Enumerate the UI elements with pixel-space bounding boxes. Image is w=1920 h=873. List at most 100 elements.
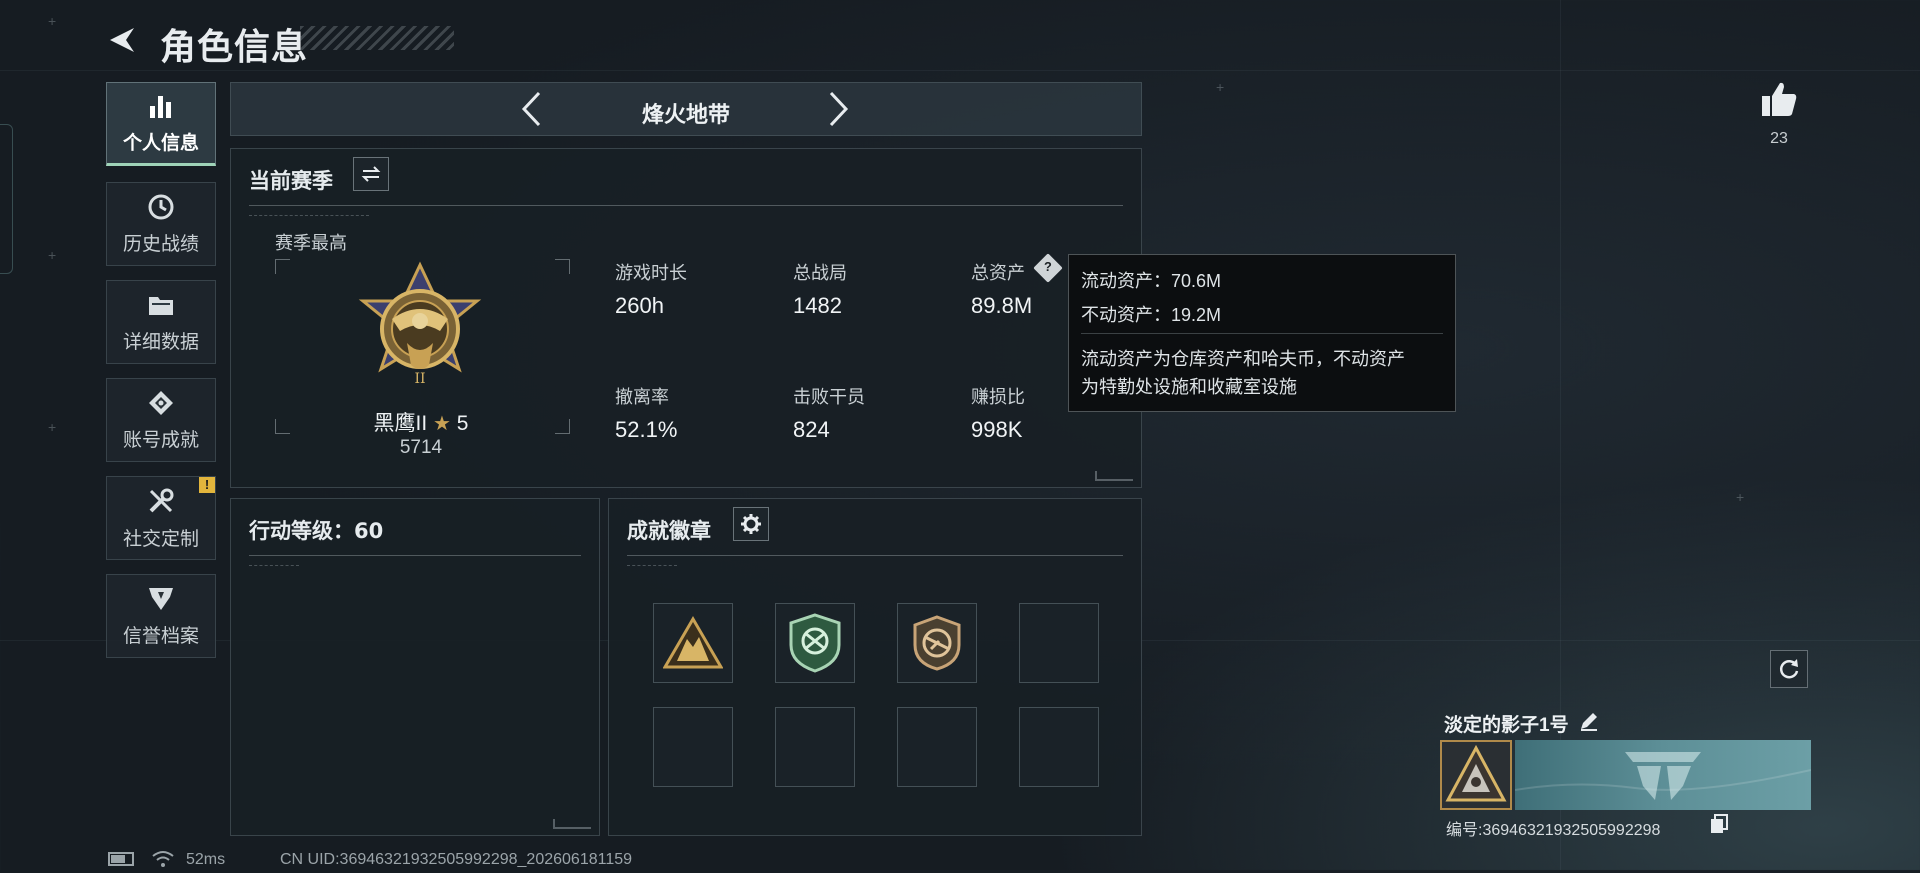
stat-value-kills: 824 bbox=[793, 417, 830, 442]
battery-icon bbox=[108, 852, 134, 866]
rank-name: 黑鹰II bbox=[373, 412, 428, 435]
assets-tooltip: 流动资产：70.6M 不动资产：19.2M 流动资产为仓库资产和哈夫币，不动资产… bbox=[1068, 254, 1456, 412]
sidebar-item-label: 社交定制 bbox=[122, 528, 199, 550]
frame-corner bbox=[275, 259, 290, 274]
achievements-panel: 成就徽章 bbox=[608, 498, 1142, 836]
sidebar-item-label: 账号成就 bbox=[122, 429, 199, 451]
action-level-label: 行动等级：60 bbox=[249, 519, 384, 543]
badge-green-shield-icon bbox=[789, 613, 841, 673]
reputation-shield-icon bbox=[149, 587, 173, 610]
achievement-badge-slot[interactable] bbox=[897, 603, 977, 683]
stat-label-playtime: 游戏时长 bbox=[615, 263, 687, 283]
bg-cross-mark: + bbox=[1216, 79, 1225, 95]
refresh-button[interactable] bbox=[1770, 650, 1808, 688]
achievement-badge-slot-empty[interactable] bbox=[1019, 603, 1099, 683]
season-title: 当前赛季 bbox=[249, 170, 333, 193]
like-count: 23 bbox=[1770, 130, 1788, 147]
player-uid: 编号:36946321932505992298 bbox=[1446, 822, 1661, 839]
sidebar-item-achievements[interactable]: 账号成就 bbox=[106, 378, 216, 462]
back-button[interactable] bbox=[104, 20, 140, 60]
page-title: 角色信息 bbox=[160, 26, 309, 67]
achievement-badge-slot[interactable] bbox=[775, 603, 855, 683]
assets-help-button[interactable]: ? bbox=[1033, 253, 1063, 283]
star-icon: ★ bbox=[433, 413, 451, 435]
rank-stars: 5 bbox=[456, 412, 469, 435]
sidebar-item-label: 详细数据 bbox=[122, 331, 199, 353]
avatar[interactable] bbox=[1440, 740, 1512, 810]
sidebar-item-social-custom[interactable]: 社交定制 ! bbox=[106, 476, 216, 560]
rank-score: 5714 bbox=[399, 437, 443, 458]
copy-uid-button[interactable] bbox=[1710, 814, 1728, 834]
title-decoration bbox=[300, 26, 454, 50]
season-panel: 当前赛季 赛季最高 II 黑鹰II ★ 5 5714 游戏时长 260h 总战局… bbox=[230, 148, 1142, 488]
svg-text:II: II bbox=[414, 371, 425, 387]
sidebar-item-label: 历史战绩 bbox=[122, 233, 199, 255]
stat-value-playtime: 260h bbox=[615, 293, 664, 318]
achievement-badge-slot-empty[interactable] bbox=[897, 707, 977, 787]
action-level-panel: 行动等级：60 bbox=[230, 498, 600, 836]
tooltip-description-line1: 流动资产为仓库资产和哈夫币，不动资产 bbox=[1081, 349, 1405, 369]
frame-corner bbox=[555, 419, 570, 434]
achievement-badge-slot-empty[interactable] bbox=[653, 707, 733, 787]
sidebar-item-detailed-data[interactable]: 详细数据 bbox=[106, 280, 216, 364]
dashed-divider bbox=[249, 565, 299, 567]
stat-value-total-assets: 89.8M bbox=[971, 293, 1033, 318]
achievement-badge-slot[interactable] bbox=[653, 603, 733, 683]
tools-icon bbox=[149, 488, 174, 512]
bg-cross-mark: + bbox=[48, 13, 57, 29]
stat-label-matches: 总战局 bbox=[793, 263, 847, 283]
battery-level bbox=[111, 855, 125, 863]
sidebar-item-personal-info[interactable]: 个人信息 bbox=[106, 82, 216, 166]
tooltip-fixed-assets: 不动资产：19.2M bbox=[1081, 305, 1222, 325]
left-edge-tab[interactable] bbox=[0, 124, 13, 274]
stat-label-profit-ratio: 赚损比 bbox=[971, 387, 1025, 407]
achievement-badge-slot-empty[interactable] bbox=[775, 707, 855, 787]
bg-cross-mark: + bbox=[1736, 489, 1745, 505]
rank-emblem-icon: II bbox=[358, 261, 482, 387]
dashed-divider bbox=[627, 565, 677, 567]
avatar-emblem-icon bbox=[1445, 744, 1507, 802]
copy-icon bbox=[1711, 814, 1728, 833]
bg-grid-line bbox=[0, 70, 1920, 71]
achievement-settings-button[interactable] bbox=[733, 507, 769, 541]
swap-icon bbox=[361, 166, 381, 182]
tooltip-description-line2: 为特勤处设施和收藏室设施 bbox=[1081, 377, 1297, 397]
like-button[interactable] bbox=[1756, 76, 1802, 122]
player-banner[interactable] bbox=[1514, 740, 1812, 810]
sidebar-item-history[interactable]: 历史战绩 bbox=[106, 182, 216, 266]
edit-name-button[interactable] bbox=[1578, 710, 1602, 734]
achievements-title: 成就徽章 bbox=[627, 520, 711, 543]
sidebar-item-label: 信誉档案 bbox=[122, 625, 199, 647]
stat-label-total-assets: 总资产 bbox=[971, 263, 1025, 283]
refresh-icon bbox=[1779, 659, 1799, 679]
question-icon: ? bbox=[1044, 260, 1052, 275]
chevron-right-icon bbox=[829, 91, 849, 127]
achievement-badge-slot-empty[interactable] bbox=[1019, 707, 1099, 787]
panel-corner-mark bbox=[1095, 471, 1133, 481]
section-divider bbox=[249, 205, 1123, 206]
ping-value: 52ms bbox=[186, 851, 226, 868]
frame-corner bbox=[555, 259, 570, 274]
folder-icon bbox=[149, 296, 173, 315]
warning-badge: ! bbox=[199, 477, 215, 493]
bg-cross-mark: + bbox=[48, 419, 57, 435]
thumbs-up-icon bbox=[1762, 82, 1797, 116]
section-divider bbox=[249, 555, 581, 556]
switch-season-button[interactable] bbox=[353, 157, 389, 191]
clock-history-icon bbox=[148, 194, 174, 219]
season-best-label: 赛季最高 bbox=[275, 233, 347, 253]
section-divider bbox=[627, 555, 1123, 556]
mode-selector: 烽火地带 bbox=[230, 82, 1142, 136]
stat-label-kills: 击败干员 bbox=[793, 387, 865, 407]
player-name: 淡定的影子1号 bbox=[1444, 715, 1569, 736]
sidebar-item-label: 个人信息 bbox=[122, 132, 199, 154]
stat-label-extraction-rate: 撤离率 bbox=[615, 387, 669, 407]
next-mode-button[interactable] bbox=[819, 89, 859, 129]
gear-icon bbox=[741, 514, 761, 534]
tooltip-liquid-assets: 流动资产：70.6M bbox=[1081, 271, 1222, 291]
back-arrow-icon bbox=[110, 28, 134, 52]
stat-value-extraction-rate: 52.1% bbox=[615, 417, 678, 442]
stat-value-profit-ratio: 998K bbox=[971, 417, 1023, 442]
sidebar-item-reputation[interactable]: 信誉档案 bbox=[106, 574, 216, 658]
banner-logo-icon bbox=[1514, 752, 1812, 800]
